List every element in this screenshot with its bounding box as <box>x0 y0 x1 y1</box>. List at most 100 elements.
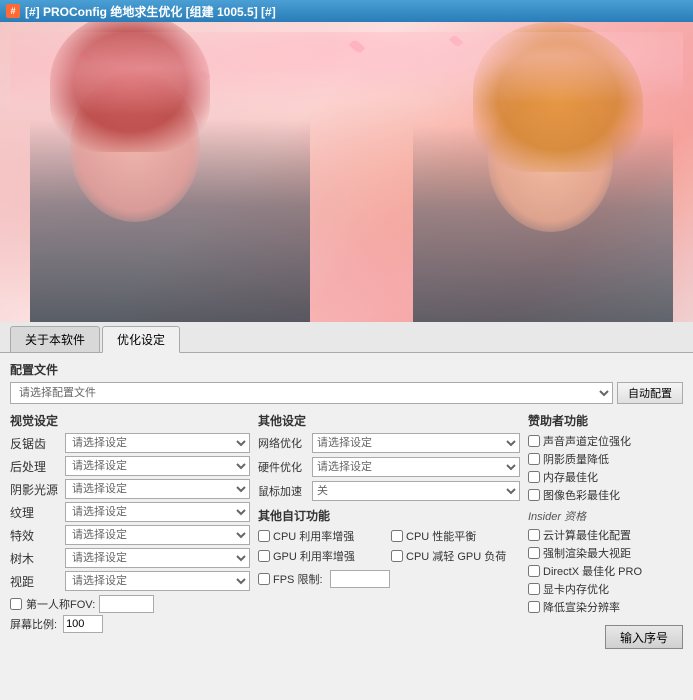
screen-ratio-row: 屏幕比例: <box>10 615 250 633</box>
custom-checkboxes: CPU 利用率增强 CPU 性能平衡 GPU 利用率增强 CPU 减轻 GPU … <box>258 528 520 566</box>
effects-label: 特效 <box>10 527 65 544</box>
fov-row: 第一人称FOV: <box>10 595 250 613</box>
other-settings-panel: 其他设定 网络优化 请选择设定 硬件优化 请选择设定 鼠标加速 关 <box>258 412 520 700</box>
cloud-compute-label: 云计算最佳化配置 <box>543 527 631 543</box>
reduce-render-checkbox[interactable] <box>528 601 540 613</box>
visual-settings-panel: 视觉设定 反锯齿 请选择设定 后处理 请选择设定 阴影光源 请选择设定 <box>10 412 250 700</box>
memory-opt-checkbox[interactable] <box>528 471 540 483</box>
gpu-boost-row: GPU 利用率增强 <box>258 548 387 564</box>
directx-opt-checkbox[interactable] <box>528 565 540 577</box>
mouse-row: 鼠标加速 关 <box>258 481 520 501</box>
shadow-label: 阴影光源 <box>10 481 65 498</box>
memory-opt-label: 内存最佳化 <box>543 469 598 485</box>
auto-config-button[interactable]: 自动配置 <box>617 382 683 404</box>
insider-label: Insider 资格 <box>528 508 683 524</box>
memory-opt-row: 内存最佳化 <box>528 469 683 485</box>
directx-opt-label: DirectX 最佳化 PRO <box>543 563 642 579</box>
viewdist-row: 视距 请选择设定 <box>10 571 250 591</box>
color-opt-label: 图像色彩最佳化 <box>543 487 620 503</box>
effects-row: 特效 请选择设定 <box>10 525 250 545</box>
network-select[interactable]: 请选择设定 <box>312 433 520 453</box>
fps-limit-checkbox[interactable] <box>258 573 270 585</box>
other-section-title: 其他设定 <box>258 412 520 429</box>
config-file-label: 配置文件 <box>10 361 683 378</box>
aa-label: 反锯齿 <box>10 435 65 452</box>
fov-input[interactable] <box>99 595 154 613</box>
cpu-reduce-gpu-row: CPU 减轻 GPU 负荷 <box>391 548 520 564</box>
mouse-select[interactable]: 关 <box>312 481 520 501</box>
network-label: 网络优化 <box>258 435 308 451</box>
aa-select[interactable]: 请选择设定 <box>65 433 250 453</box>
custom-section-title: 其他自订功能 <box>258 507 520 524</box>
tab-optimize[interactable]: 优化设定 <box>102 326 180 353</box>
fps-limit-row: FPS 限制: <box>258 570 520 588</box>
fps-limit-label: FPS 限制: <box>273 571 323 587</box>
ratio-label: 屏幕比例: <box>10 616 57 632</box>
title-bar: # [#] PROConfig 绝地求生优化 [组建 1005.5] [#] <box>0 0 693 22</box>
texture-row: 纹理 请选择设定 <box>10 502 250 522</box>
tab-bar: 关于本软件 优化设定 <box>0 322 693 353</box>
cpu-boost-row: CPU 利用率增强 <box>258 528 387 544</box>
effects-select[interactable]: 请选择设定 <box>65 525 250 545</box>
fov-checkbox[interactable] <box>10 598 22 610</box>
viewdist-label: 视距 <box>10 573 65 590</box>
color-opt-row: 图像色彩最佳化 <box>528 487 683 503</box>
reduce-render-label: 降低宣染分辨率 <box>543 599 620 615</box>
visual-section-title: 视觉设定 <box>10 412 250 429</box>
cpu-balance-label: CPU 性能平衡 <box>406 528 476 544</box>
config-file-select[interactable]: 请选择配置文件 <box>10 382 613 404</box>
gpu-boost-checkbox[interactable] <box>258 550 270 562</box>
app-icon: # <box>6 4 20 18</box>
ratio-input[interactable] <box>63 615 103 633</box>
shadow-select[interactable]: 请选择设定 <box>65 479 250 499</box>
config-file-row: 请选择配置文件 自动配置 <box>10 382 683 404</box>
tab-about[interactable]: 关于本软件 <box>10 326 100 352</box>
trees-row: 树木 请选择设定 <box>10 548 250 568</box>
input-seq-button[interactable]: 输入序号 <box>605 625 683 649</box>
custom-section: 其他自订功能 CPU 利用率增强 CPU 性能平衡 GPU 利用率增强 <box>258 507 520 588</box>
main-content: 配置文件 请选择配置文件 自动配置 视觉设定 反锯齿 请选择设定 后处理 请选择… <box>0 353 693 700</box>
shadow-quality-row: 阴影质量降低 <box>528 451 683 467</box>
cpu-balance-checkbox[interactable] <box>391 530 403 542</box>
cpu-boost-checkbox[interactable] <box>258 530 270 542</box>
texture-select[interactable]: 请选择设定 <box>65 502 250 522</box>
app-title: [#] PROConfig 绝地求生优化 [组建 1005.5] [#] <box>25 3 276 20</box>
settings-layout: 视觉设定 反锯齿 请选择设定 后处理 请选择设定 阴影光源 请选择设定 <box>10 412 683 700</box>
texture-label: 纹理 <box>10 504 65 521</box>
cloud-compute-row: 云计算最佳化配置 <box>528 527 683 543</box>
vram-opt-label: 显卡内存优化 <box>543 581 609 597</box>
shadow-quality-label: 阴影质量降低 <box>543 451 609 467</box>
mouse-label: 鼠标加速 <box>258 483 308 499</box>
hardware-label: 硬件优化 <box>258 459 308 475</box>
input-seq-container: 输入序号 <box>528 625 683 649</box>
hardware-row: 硬件优化 请选择设定 <box>258 457 520 477</box>
cpu-boost-label: CPU 利用率增强 <box>273 528 354 544</box>
force-render-checkbox[interactable] <box>528 547 540 559</box>
gpu-boost-label: GPU 利用率增强 <box>273 548 355 564</box>
trees-select[interactable]: 请选择设定 <box>65 548 250 568</box>
vram-opt-row: 显卡内存优化 <box>528 581 683 597</box>
network-row: 网络优化 请选择设定 <box>258 433 520 453</box>
voice-pos-checkbox[interactable] <box>528 435 540 447</box>
shadow-quality-checkbox[interactable] <box>528 453 540 465</box>
viewdist-select[interactable]: 请选择设定 <box>65 571 250 591</box>
hardware-select[interactable]: 请选择设定 <box>312 457 520 477</box>
postprocess-select[interactable]: 请选择设定 <box>65 456 250 476</box>
helper-section-title: 赞助者功能 <box>528 412 683 429</box>
cpu-reduce-gpu-checkbox[interactable] <box>391 550 403 562</box>
voice-pos-row: 声音声道定位强化 <box>528 433 683 449</box>
shadow-row: 阴影光源 请选择设定 <box>10 479 250 499</box>
force-render-label: 强制渲染最大视距 <box>543 545 631 561</box>
vram-opt-checkbox[interactable] <box>528 583 540 595</box>
postprocess-label: 后处理 <box>10 458 65 475</box>
postprocess-row: 后处理 请选择设定 <box>10 456 250 476</box>
color-opt-checkbox[interactable] <box>528 489 540 501</box>
cloud-compute-checkbox[interactable] <box>528 529 540 541</box>
trees-label: 树木 <box>10 550 65 567</box>
banner-image <box>0 22 693 322</box>
cpu-reduce-gpu-label: CPU 减轻 GPU 负荷 <box>406 548 506 564</box>
cpu-balance-row: CPU 性能平衡 <box>391 528 520 544</box>
fps-limit-input[interactable] <box>330 570 390 588</box>
icon-text: # <box>10 6 15 16</box>
aa-row: 反锯齿 请选择设定 <box>10 433 250 453</box>
